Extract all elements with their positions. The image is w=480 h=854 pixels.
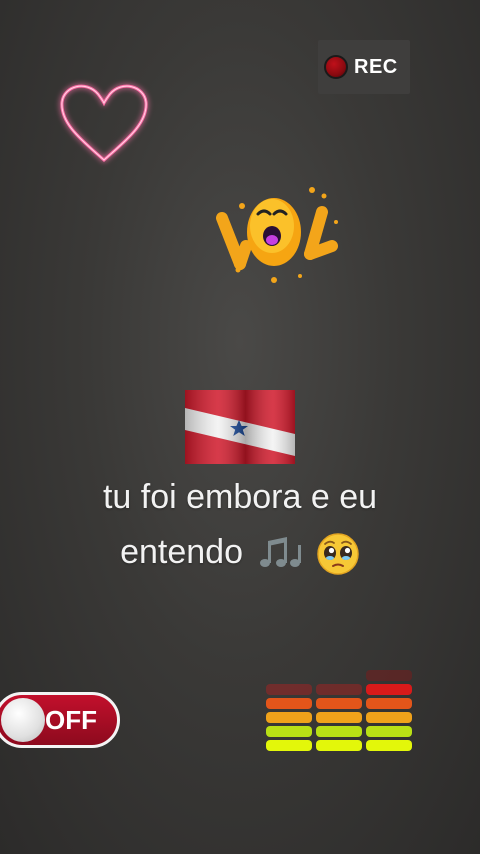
caption-line-2-text: entendo	[120, 532, 243, 571]
lol-sticker-icon	[216, 187, 338, 283]
record-dot-icon	[324, 55, 348, 79]
toggle-knob[interactable]	[1, 698, 45, 742]
equalizer-bar	[316, 684, 362, 695]
pleading-face-icon	[317, 533, 359, 575]
equalizer-bar	[366, 698, 412, 709]
equalizer-bar	[266, 726, 312, 737]
equalizer-bar	[366, 740, 412, 751]
caption-line-2: entendo	[0, 532, 480, 576]
equalizer-bar	[266, 740, 312, 751]
rec-indicator[interactable]: REC	[318, 40, 410, 94]
rec-label: REC	[354, 55, 398, 78]
equalizer-bar	[266, 712, 312, 723]
equalizer-bar	[366, 670, 412, 681]
caption-line-1: tu foi embora e eu	[102, 478, 378, 516]
musical-notes-icon	[260, 537, 302, 567]
equalizer-bar	[366, 712, 412, 723]
para-flag-icon	[185, 390, 295, 464]
equalizer-icon	[266, 670, 412, 751]
equalizer-bar	[316, 740, 362, 751]
toggle-label: OFF	[45, 705, 97, 735]
off-toggle[interactable]: OFF	[0, 692, 120, 748]
equalizer-bar	[266, 684, 312, 695]
equalizer-bar	[266, 698, 312, 709]
equalizer-bar	[316, 726, 362, 737]
neon-heart-icon	[60, 84, 148, 163]
equalizer-bar	[366, 726, 412, 737]
equalizer-bar	[316, 712, 362, 723]
equalizer-bar	[316, 698, 362, 709]
equalizer-bar	[366, 684, 412, 695]
